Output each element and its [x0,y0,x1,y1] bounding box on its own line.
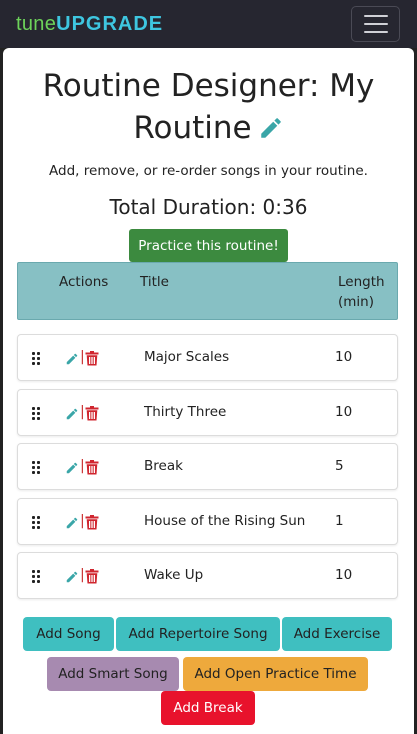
table-row[interactable]: | Thirty Three 10 [17,389,398,436]
action-separator: | [80,458,85,474]
trash-icon[interactable] [85,351,99,370]
row-title: Break [144,458,183,474]
edit-pencil-icon[interactable] [65,407,79,425]
brand-logo[interactable]: tuneUPGRADE [16,13,163,36]
total-duration: Total Duration: 0:36 [109,195,308,219]
drag-handle-icon[interactable] [32,461,41,475]
edit-pencil-icon[interactable] [65,352,79,370]
drag-handle-icon[interactable] [32,516,41,530]
page-subtitle: Add, remove, or re-order songs in your r… [49,163,368,179]
action-separator: | [80,404,85,420]
page-title: Routine Designer: My Routine [3,65,414,152]
navbar: tuneUPGRADE [0,0,417,48]
edit-pencil-icon[interactable] [65,516,79,534]
main-content: Routine Designer: My Routine Add, remove… [3,48,414,734]
trash-icon[interactable] [85,406,99,425]
edit-pencil-icon[interactable] [65,461,79,479]
row-length: 5 [335,458,344,474]
brand-text-upgrade: UPGRADE [56,12,164,35]
action-separator: | [80,567,85,583]
drag-handle-icon[interactable] [32,407,41,421]
row-title: Major Scales [144,349,230,365]
drag-handle-icon[interactable] [32,570,41,584]
column-header-actions: Actions [59,274,109,290]
trash-icon[interactable] [85,515,99,534]
table-row[interactable]: | Major Scales 10 [17,334,398,381]
page-title-text: Routine Designer: My Routine [42,68,375,146]
row-length: 1 [335,513,344,529]
table-row[interactable]: | Break 5 [17,443,398,490]
row-length: 10 [335,349,353,365]
trash-icon[interactable] [85,460,99,479]
edit-title-pencil-icon[interactable] [258,110,284,152]
add-exercise-button[interactable]: Add Exercise [282,617,392,651]
row-title: Thirty Three [144,404,227,420]
add-smart-song-button[interactable]: Add Smart Song [47,657,179,691]
table-row[interactable]: | Wake Up 10 [17,552,398,599]
trash-icon[interactable] [85,569,99,588]
practice-routine-button[interactable]: Practice this routine! [129,229,288,262]
brand-text-tune: tune [16,12,57,35]
column-header-length: Length (min) [338,274,385,310]
action-separator: | [80,513,85,529]
add-open-practice-time-button[interactable]: Add Open Practice Time [183,657,368,691]
table-row[interactable]: | House of the Rising Sun 1 [17,498,398,545]
row-length: 10 [335,404,353,420]
add-song-button[interactable]: Add Song [23,617,114,651]
add-repertoire-song-button[interactable]: Add Repertoire Song [116,617,280,651]
row-length: 10 [335,567,353,583]
hamburger-menu-icon[interactable] [351,6,400,42]
action-separator: | [80,349,85,365]
row-title: House of the Rising Sun [144,513,306,529]
table-header: Actions Title Length (min) [17,262,398,320]
column-header-title: Title [140,274,169,290]
row-title: Wake Up [144,567,204,583]
add-break-button[interactable]: Add Break [161,691,255,725]
drag-handle-icon[interactable] [32,352,41,366]
edit-pencil-icon[interactable] [65,570,79,588]
